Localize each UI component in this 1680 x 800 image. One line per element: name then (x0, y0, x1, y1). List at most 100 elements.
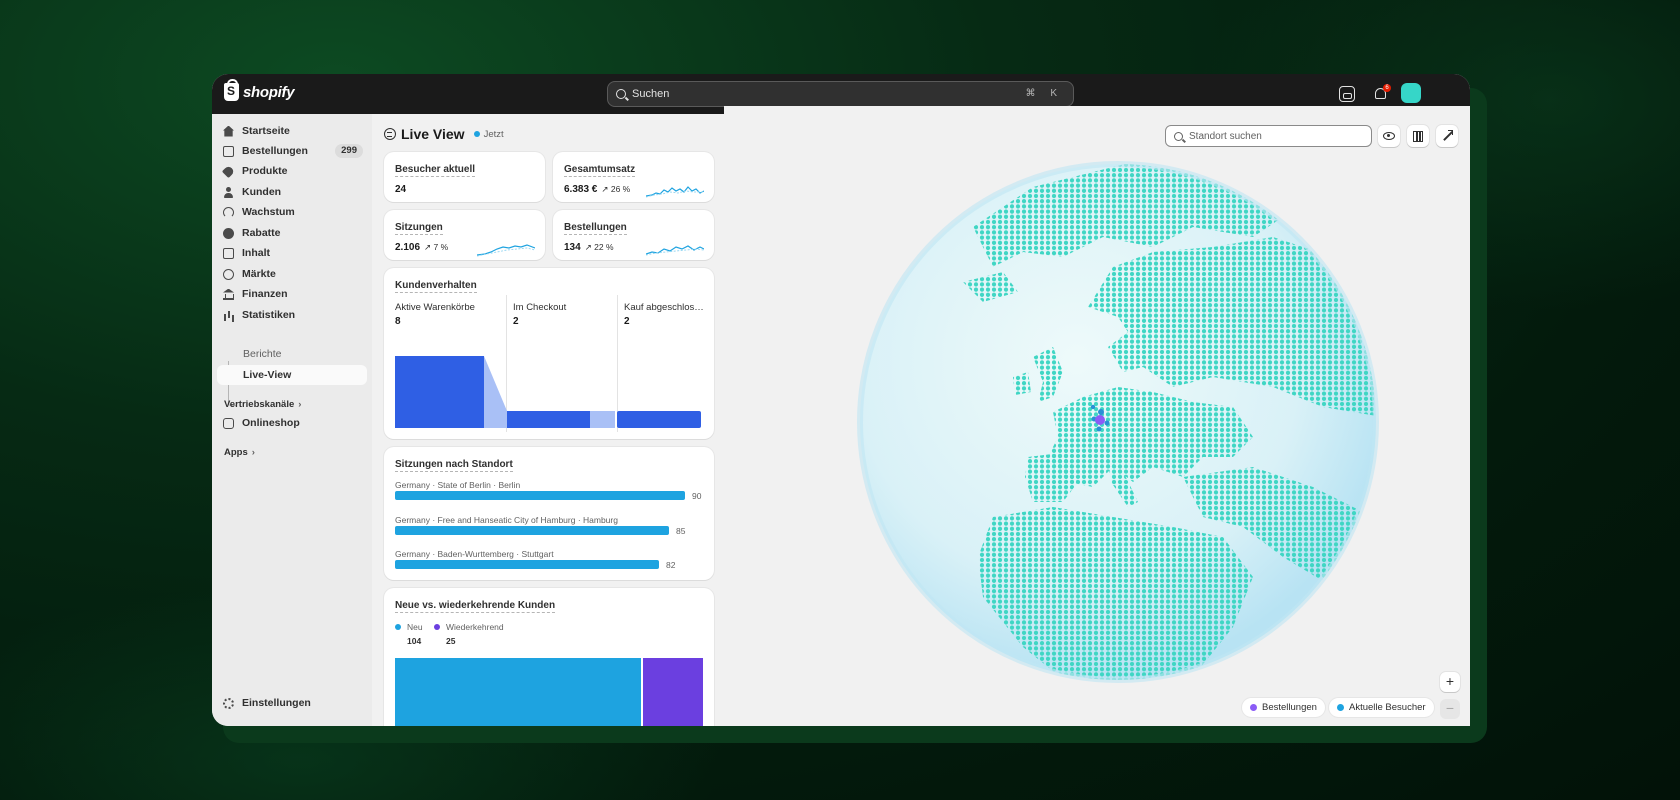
orders-sparkline (646, 245, 704, 256)
apps-header[interactable]: Apps › (224, 447, 255, 458)
sidebar-item-label: Rabatte (242, 227, 281, 239)
metric-title: Besucher aktuell (395, 164, 476, 177)
funnel-stage-label: Aktive Warenkörbe (395, 302, 475, 313)
sessions-by-location-card: Sitzungen nach Standort Germany · State … (384, 447, 714, 580)
orders-legend-label: Bestellungen (1262, 702, 1317, 713)
sidebar-item-label: Statistiken (242, 309, 296, 321)
funnel-stage-label: Kauf abgeschlos… (624, 302, 704, 313)
fullscreen-button[interactable] (1436, 125, 1458, 147)
funnel-stage-value: 2 (624, 316, 630, 327)
returning-legend-dot (434, 624, 440, 630)
location-value: 82 (666, 560, 676, 570)
sessions-sparkline (477, 244, 535, 257)
metric-card-revenue[interactable]: Gesamtumsatz 6.383 € ↗ 26 % (553, 152, 714, 202)
shopify-logo[interactable]: shopify (224, 79, 295, 101)
metric-title: Bestellungen (564, 222, 627, 235)
avatar[interactable] (1401, 83, 1421, 103)
sidebar-item-startseite[interactable]: Startseite (217, 121, 367, 141)
metric-card-visitors[interactable]: Besucher aktuell 24 (384, 152, 545, 202)
content-icon (223, 247, 234, 259)
returning-legend-label: Wiederkehrend (446, 622, 504, 632)
live-status-label: Jetzt (483, 128, 504, 140)
returning-legend-value: 25 (446, 636, 456, 646)
metric-delta: ↗ 26 % (601, 184, 631, 194)
live-view-icon (384, 128, 396, 140)
location-bar (395, 491, 685, 500)
sidebar-item-kunden[interactable]: Kunden (217, 182, 367, 202)
metric-card-sessions[interactable]: Sitzungen 2.106 ↗ 7 % (384, 210, 545, 260)
apps-label: Apps (224, 447, 248, 458)
metric-delta: ↗ 22 % (584, 242, 614, 252)
shopify-bag-icon (224, 79, 239, 101)
visitors-legend-label: Aktuelle Besucher (1349, 702, 1426, 713)
sidebar-item-inhalt[interactable]: Inhalt (217, 243, 367, 263)
returning-customers-bar (643, 658, 703, 726)
metric-value-number: 6.383 € (564, 184, 598, 195)
globe-icon (223, 268, 234, 280)
zoom-out-button[interactable]: − (1440, 699, 1460, 719)
expand-icon (1442, 130, 1453, 141)
metric-value-number: 2.106 (395, 242, 421, 253)
funnel-connector-2 (590, 411, 615, 428)
search-shortcut: ⌘ K (1025, 88, 1063, 99)
funnel-bar-carts (395, 356, 484, 428)
location-search-input[interactable]: Standort suchen (1165, 125, 1372, 147)
metric-delta: ↗ 7 % (424, 242, 449, 252)
gauge-icon (223, 206, 234, 218)
new-legend-value: 104 (407, 636, 422, 646)
location-label: Germany · State of Berlin · Berlin (395, 480, 521, 490)
sidebar-item-rabatte[interactable]: Rabatte (217, 223, 367, 243)
sidebar-item-label: Onlineshop (242, 417, 300, 429)
new-vs-returning-card: Neue vs. wiederkehrende Kunden Neu 104 W… (384, 588, 714, 726)
zoom-in-button[interactable]: + (1440, 672, 1460, 692)
sidebar-item-label: Märkte (242, 268, 276, 280)
location-label: Germany · Free and Hanseatic City of Ham… (395, 515, 618, 525)
sidebar-item-label: Einstellungen (242, 697, 311, 709)
sidebar-item-statistiken[interactable]: Statistiken (217, 305, 367, 325)
legend-orders[interactable]: Bestellungen (1242, 698, 1325, 717)
revenue-sparkline (646, 186, 704, 198)
online-store-icon (223, 417, 234, 429)
location-label: Germany · Baden-Wurttemberg · Stuttgart (395, 549, 554, 559)
location-bar (395, 526, 669, 535)
orders-legend-dot (1250, 704, 1257, 711)
notifications-button[interactable]: 6 (1373, 84, 1391, 102)
sidebar-item-label: Kunden (242, 186, 282, 198)
funnel-stage-label: Im Checkout (513, 302, 567, 313)
bank-icon (223, 289, 234, 300)
discount-icon (223, 227, 234, 239)
globe-map[interactable] (853, 157, 1383, 687)
sidebar-nav: Startseite Bestellungen 299 Produkte Kund… (212, 114, 372, 414)
sidebar-item-label: Wachstum (242, 206, 295, 218)
metric-card-orders[interactable]: Bestellungen 134 ↗ 22 % (553, 210, 714, 260)
sidebar-item-produkte[interactable]: Produkte (217, 161, 367, 181)
sidebar-item-label: Inhalt (242, 247, 270, 259)
location-value: 85 (676, 526, 686, 536)
metric-value: 134 ↗ 22 % (564, 242, 614, 253)
search-input[interactable]: Suchen ⌘ K (607, 81, 1074, 107)
card-title: Kundenverhalten (395, 280, 477, 293)
customer-behavior-card: Kundenverhalten Aktive Warenkörbe 8 Im C… (384, 268, 714, 439)
metric-value: 6.383 € ↗ 26 % (564, 184, 630, 195)
sidebar-item-finanzen[interactable]: Finanzen (217, 284, 367, 304)
map-style-button[interactable] (1407, 125, 1429, 147)
legend-visitors[interactable]: Aktuelle Besucher (1329, 698, 1434, 717)
sidebar-item-onlineshop[interactable]: Onlineshop (217, 413, 367, 433)
search-placeholder: Suchen (632, 88, 670, 100)
store-icon[interactable] (1339, 86, 1355, 102)
sidebar-item-label: Startseite (242, 125, 290, 137)
tag-icon (221, 164, 236, 178)
sidebar-item-maerkte[interactable]: Märkte (217, 264, 367, 284)
sidebar-item-label: Bestellungen (242, 145, 308, 157)
visitors-legend-dot (1337, 704, 1344, 711)
sidebar-item-settings[interactable]: Einstellungen (217, 693, 367, 713)
card-title: Neue vs. wiederkehrende Kunden (395, 600, 556, 613)
gear-icon (223, 697, 234, 709)
map-icon (1413, 130, 1423, 142)
visibility-button[interactable] (1378, 125, 1400, 147)
sidebar-item-bestellungen[interactable]: Bestellungen 299 (217, 141, 367, 161)
page-title: Live View (401, 126, 465, 142)
search-icon (616, 89, 626, 99)
search-icon (1174, 131, 1183, 141)
sidebar-item-wachstum[interactable]: Wachstum (217, 202, 367, 222)
